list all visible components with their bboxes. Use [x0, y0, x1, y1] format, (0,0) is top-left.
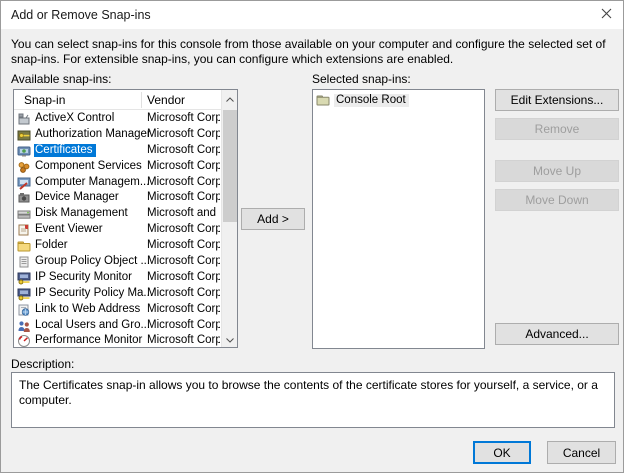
close-icon — [601, 6, 612, 24]
activex-control-icon — [17, 112, 31, 126]
snapin-vendor: Microsoft Corp... — [147, 160, 220, 172]
snapin-name: IP Security Monitor — [34, 271, 135, 284]
selected-snapins-list[interactable]: Console Root — [312, 89, 485, 349]
snapin-vendor: Microsoft Corp... — [147, 191, 220, 203]
snapin-vendor: Microsoft Corp... — [147, 334, 220, 346]
dialog-description-text: You can select snap-ins for this console… — [11, 37, 617, 67]
snapin-name: Folder — [34, 239, 71, 252]
snapin-vendor: Microsoft Corp... — [147, 112, 220, 124]
folder-icon — [17, 239, 31, 253]
snapin-name: Link to Web Address — [34, 303, 143, 316]
event-viewer-icon — [17, 223, 31, 237]
window-title: Add or Remove Snap-ins — [11, 8, 151, 22]
description-box: The Certificates snap-in allows you to b… — [11, 372, 615, 428]
link-to-web-address-icon — [17, 303, 31, 317]
snapin-vendor: Microsoft Corp... — [147, 319, 220, 331]
list-item[interactable]: Certificates Microsoft Corp... — [14, 143, 220, 159]
authorization-manager-icon — [17, 128, 31, 142]
snapin-vendor: Microsoft Corp... — [147, 176, 220, 188]
list-item[interactable]: Console Root — [313, 92, 484, 108]
snapin-name: Local Users and Gro... — [34, 319, 153, 332]
add-button[interactable]: Add > — [241, 208, 305, 230]
list-item[interactable]: Folder Microsoft Corp... — [14, 238, 220, 254]
chevron-down-icon — [226, 330, 234, 348]
vertical-scrollbar[interactable] — [221, 90, 237, 347]
column-header-snapin[interactable]: Snap-in — [24, 93, 65, 107]
list-item[interactable]: ActiveX Control Microsoft Corp... — [14, 111, 220, 127]
cancel-button[interactable]: Cancel — [547, 441, 616, 464]
disk-management-icon — [17, 207, 31, 221]
local-users-groups-icon — [17, 319, 31, 333]
list-item[interactable]: Performance MonitorMicrosoft Corp... — [14, 333, 220, 347]
snapin-name: Computer Managem... — [34, 176, 152, 189]
list-item[interactable]: Computer Managem...Microsoft Corp... — [14, 175, 220, 191]
snapin-vendor: Microsoft Corp... — [147, 287, 220, 299]
advanced-button[interactable]: Advanced... — [495, 323, 619, 345]
titlebar: Add or Remove Snap-ins — [1, 1, 623, 29]
close-button[interactable] — [591, 1, 621, 29]
snapin-vendor: Microsoft and ... — [147, 207, 220, 219]
performance-monitor-icon — [17, 334, 31, 347]
list-item[interactable]: IP Security Monitor Microsoft Corp... — [14, 270, 220, 286]
edit-extensions-button[interactable]: Edit Extensions... — [495, 89, 619, 111]
snapin-name: Event Viewer — [34, 223, 106, 236]
list-item[interactable]: Authorization ManagerMicrosoft Corp... — [14, 127, 220, 143]
snapin-name: Component Services — [34, 160, 145, 173]
certificates-icon — [17, 144, 31, 158]
list-item[interactable]: Group Policy Object ...Microsoft Corp... — [14, 254, 220, 270]
snapin-vendor: Microsoft Corp... — [147, 303, 220, 315]
snapin-name: Console Root — [334, 94, 409, 107]
selected-snapins-rows: Console Root — [313, 92, 484, 348]
snapin-vendor: Microsoft Corp... — [147, 271, 220, 283]
ip-security-monitor-icon — [17, 271, 31, 285]
snapin-vendor: Microsoft Corp... — [147, 144, 220, 156]
move-down-button[interactable]: Move Down — [495, 189, 619, 211]
console-root-folder-icon — [316, 93, 330, 107]
list-item[interactable]: Device Manager Microsoft Corp... — [14, 190, 220, 206]
snapin-vendor: Microsoft Corp... — [147, 223, 220, 235]
available-snapins-rows: ActiveX ControlMicrosoft Corp...Authoriz… — [14, 111, 220, 347]
list-item[interactable]: IP Security Policy Ma...Microsoft Corp..… — [14, 286, 220, 302]
list-header: Snap-in Vendor — [14, 90, 237, 110]
selected-snapins-label: Selected snap-ins: — [312, 72, 411, 86]
move-up-button[interactable]: Move Up — [495, 160, 619, 182]
snapin-name: Performance Monitor — [34, 334, 145, 347]
snapin-vendor: Microsoft Corp... — [147, 255, 220, 267]
scrollbar-thumb[interactable] — [223, 110, 237, 222]
column-divider[interactable] — [141, 92, 142, 108]
component-services-icon — [17, 160, 31, 174]
add-remove-snapins-dialog: Add or Remove Snap-ins You can select sn… — [0, 0, 624, 473]
column-header-vendor[interactable]: Vendor — [147, 93, 185, 107]
snapin-name: Authorization Manager — [34, 128, 154, 141]
list-item[interactable]: Component ServicesMicrosoft Corp... — [14, 159, 220, 175]
remove-button[interactable]: Remove — [495, 118, 619, 140]
list-item[interactable]: Local Users and Gro...Microsoft Corp... — [14, 318, 220, 334]
scroll-up-button[interactable] — [222, 90, 238, 106]
device-manager-icon — [17, 191, 31, 205]
ok-button[interactable]: OK — [473, 441, 531, 464]
list-item[interactable]: Event Viewer Microsoft Corp... — [14, 222, 220, 238]
snapin-name: Disk Management — [34, 207, 131, 220]
snapin-name: Device Manager — [34, 191, 122, 204]
available-snapins-label: Available snap-ins: — [11, 72, 112, 86]
ip-security-policy-icon — [17, 287, 31, 301]
list-item[interactable]: Disk Management Microsoft and ... — [14, 206, 220, 222]
chevron-up-icon — [226, 89, 234, 107]
description-text: The Certificates snap-in allows you to b… — [19, 378, 607, 408]
list-item[interactable]: Link to Web Address Microsoft Corp... — [14, 302, 220, 318]
snapin-name: IP Security Policy Ma... — [34, 287, 156, 300]
description-label: Description: — [11, 357, 74, 371]
snapin-name: Group Policy Object ... — [34, 255, 153, 268]
available-snapins-list[interactable]: Snap-in Vendor ActiveX Control Microsoft … — [13, 89, 238, 348]
snapin-name: ActiveX Control — [34, 112, 117, 125]
snapin-vendor: Microsoft Corp... — [147, 128, 220, 140]
snapin-vendor: Microsoft Corp... — [147, 239, 220, 251]
snapin-name: Certificates — [34, 144, 96, 157]
scroll-down-button[interactable] — [222, 331, 238, 347]
group-policy-object-icon — [17, 255, 31, 269]
computer-management-icon — [17, 176, 31, 190]
